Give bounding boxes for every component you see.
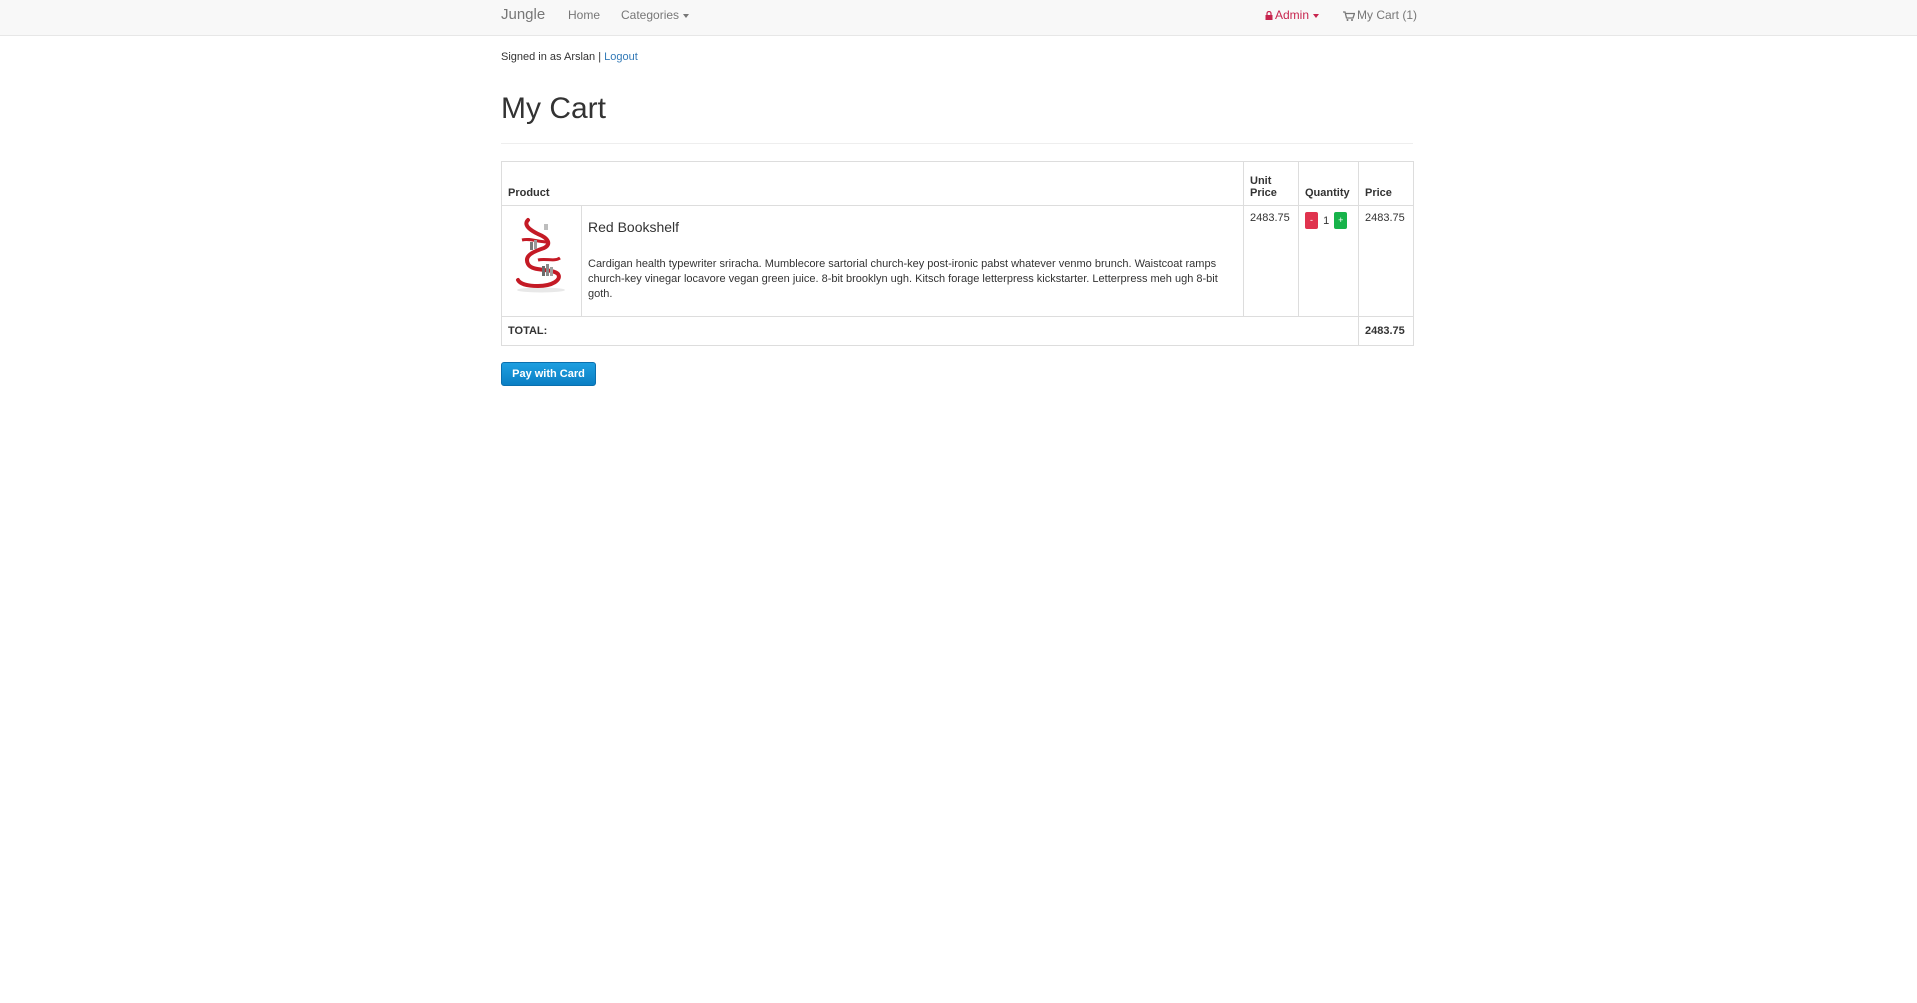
- product-image-cell: [501, 205, 582, 317]
- header-quantity: Quantity: [1298, 161, 1359, 206]
- quantity-cell: - 1 +: [1298, 205, 1359, 317]
- nav-cart-link[interactable]: My Cart (1): [1343, 0, 1417, 36]
- header-unit-price: Unit Price: [1243, 161, 1299, 206]
- signed-in-status: Signed in as Arslan | Logout: [501, 51, 638, 63]
- chevron-down-icon: [1313, 13, 1320, 18]
- total-value: 2483.75: [1358, 316, 1414, 346]
- cart-table: Product Unit Price Quantity Price Red Bo…: [501, 161, 1414, 346]
- increment-quantity-button[interactable]: +: [1334, 212, 1348, 229]
- line-price-cell: 2483.75: [1358, 205, 1414, 317]
- product-details-cell: Red Bookshelf Cardigan health typewriter…: [581, 205, 1244, 317]
- decrement-quantity-button[interactable]: -: [1305, 212, 1318, 229]
- nav-cart-label: My Cart (1): [1357, 8, 1417, 22]
- chevron-down-icon: [683, 13, 690, 18]
- table-row: Red Bookshelf Cardigan health typewriter…: [501, 205, 1414, 317]
- header-product: Product: [501, 161, 1244, 206]
- total-row: TOTAL: 2483.75: [501, 316, 1414, 346]
- nav-admin-dropdown[interactable]: Admin: [1265, 0, 1320, 36]
- signed-in-text: Signed in as Arslan |: [501, 51, 602, 63]
- product-image[interactable]: [508, 212, 572, 294]
- top-navbar: Jungle Home Categories Admin My Cart (1): [0, 0, 1917, 36]
- title-divider: [501, 143, 1413, 144]
- product-description: Cardigan health typewriter sriracha. Mum…: [588, 258, 1218, 300]
- nav-home-link[interactable]: Home: [568, 0, 600, 36]
- nav-categories-label: Categories: [621, 8, 680, 22]
- total-label: TOTAL:: [501, 316, 1359, 346]
- nav-categories-dropdown[interactable]: Categories: [621, 0, 690, 36]
- table-header-row: Product Unit Price Quantity Price: [501, 161, 1414, 206]
- lock-icon: [1265, 11, 1273, 20]
- pay-with-card-button[interactable]: Pay with Card: [501, 362, 596, 386]
- page-title: My Cart: [501, 92, 606, 125]
- nav-admin-label: Admin: [1275, 8, 1310, 22]
- logout-link[interactable]: Logout: [604, 51, 638, 63]
- product-name[interactable]: Red Bookshelf: [588, 219, 1237, 235]
- shopping-cart-icon: [1343, 11, 1355, 21]
- quantity-value: 1: [1323, 214, 1330, 227]
- brand-link[interactable]: Jungle: [501, 0, 545, 36]
- unit-price-cell: 2483.75: [1243, 205, 1299, 317]
- header-price: Price: [1358, 161, 1414, 206]
